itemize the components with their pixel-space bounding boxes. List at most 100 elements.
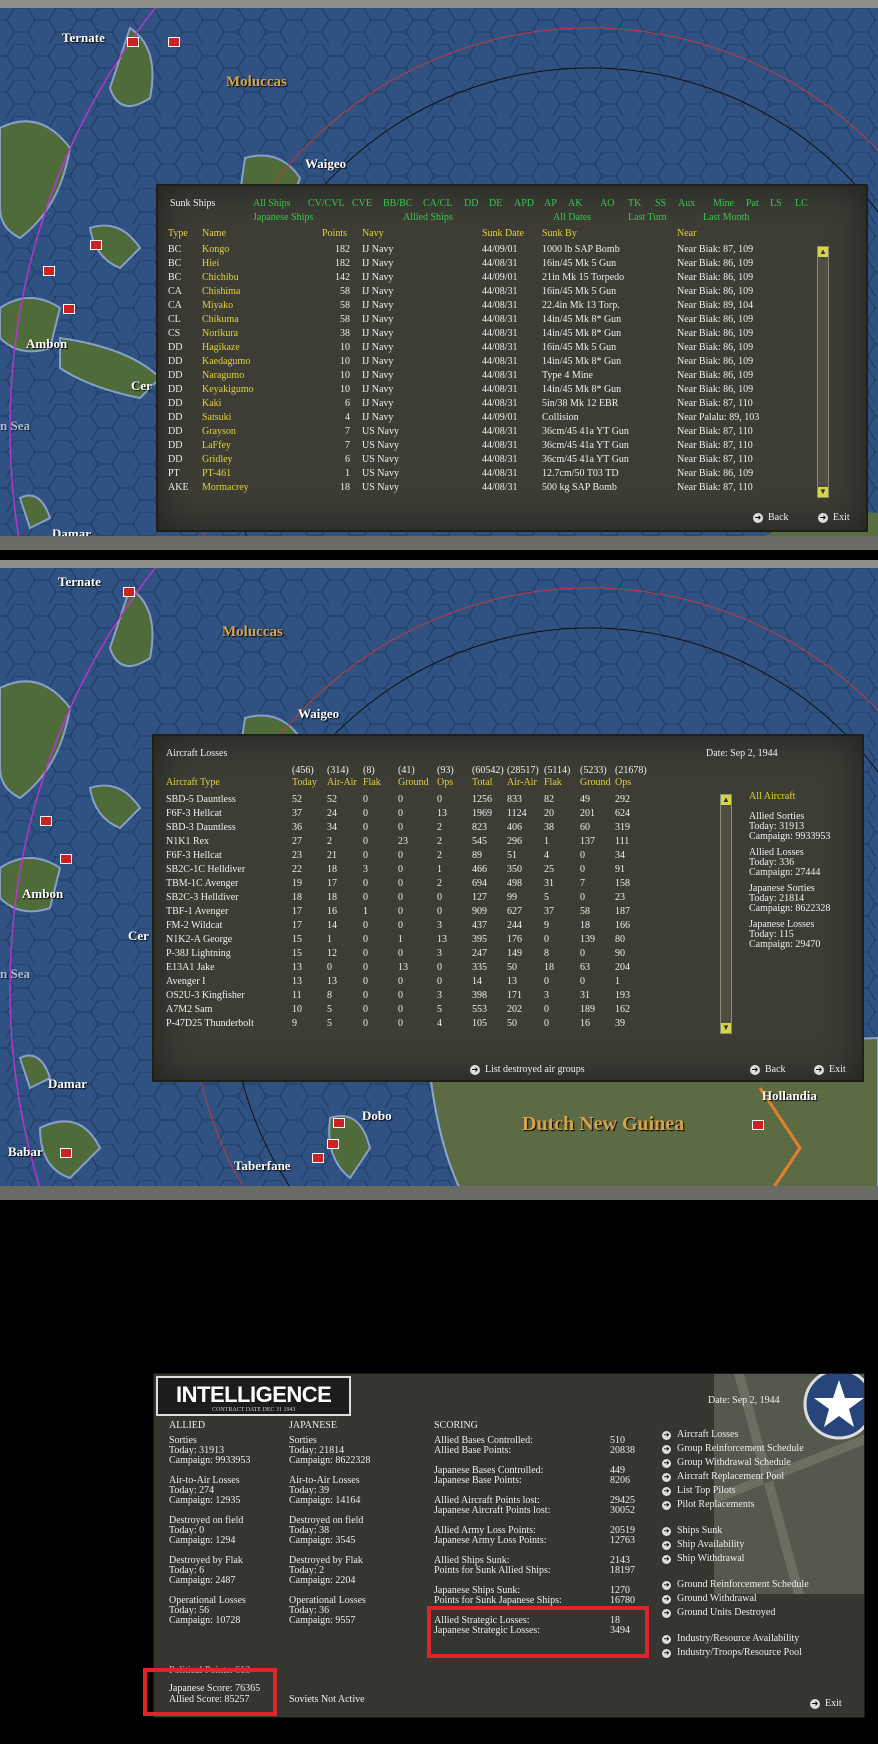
sunk-ship-row[interactable]: CA Chishima 58 IJ Navy 44/08/31 16in/45 Mk 5 … xyxy=(158,286,866,300)
col-name[interactable]: Name xyxy=(202,228,226,239)
filter-de[interactable]: DE xyxy=(489,198,502,209)
sunk-ship-row[interactable]: BC Chichibu 142 IJ Navy 44/09/01 21in Mk 15 T… xyxy=(158,272,866,286)
scroll-up-icon[interactable]: ▲ xyxy=(721,795,731,805)
base-flag-icon[interactable] xyxy=(60,854,72,864)
intel-link[interactable]: ➜ Industry/Troops/Resource Pool xyxy=(662,1648,802,1658)
air-col-header[interactable]: Aircraft Type xyxy=(166,777,220,788)
sunk-ship-row[interactable]: DD Naragumo 10 IJ Navy 44/08/31 Type 4 Mine Ne… xyxy=(158,370,866,384)
exit-button[interactable]: ➜ Exit xyxy=(814,1064,846,1075)
intel-link[interactable]: ➜ Ground Units Destroyed xyxy=(662,1608,775,1618)
sunk-ship-row[interactable]: DD Kaedagumo 10 IJ Navy 44/08/31 14in/45 Mk 8… xyxy=(158,356,866,370)
sunk-ship-row[interactable]: CA Miyako 58 IJ Navy 44/08/31 22.4in Mk 13 To… xyxy=(158,300,866,314)
intel-link[interactable]: ➜ Group Reinforcement Schedule xyxy=(662,1444,804,1454)
intel-link[interactable]: ➜ Ships Sunk xyxy=(662,1526,722,1536)
base-flag-icon[interactable] xyxy=(127,37,139,47)
filter-last-month[interactable]: Last Month xyxy=(703,212,749,223)
air-col-header[interactable]: Air-Air xyxy=(327,777,357,788)
aircraft-row[interactable]: Avenger I 13 13 0 0 0 14 13 0 0 1 xyxy=(154,976,862,990)
intel-link[interactable]: ➜ Industry/Resource Availability xyxy=(662,1634,799,1644)
base-flag-icon[interactable] xyxy=(90,240,102,250)
scroll-down-icon[interactable]: ▼ xyxy=(818,487,828,497)
filter-mine[interactable]: Mine xyxy=(713,198,734,209)
air-col-header[interactable]: Flak xyxy=(363,777,381,788)
sunk-ship-row[interactable]: DD Kaki 6 IJ Navy 44/08/31 5in/38 Mk 12 EBR Ne… xyxy=(158,398,866,412)
sunk-ship-row[interactable]: CS Norikura 38 IJ Navy 44/08/31 14in/45 Mk 8*… xyxy=(158,328,866,342)
col-type[interactable]: Type xyxy=(168,228,188,239)
exit-button[interactable]: ➜ Exit xyxy=(818,512,850,523)
filter-bb-bc[interactable]: BB/BC xyxy=(383,198,412,209)
base-flag-icon[interactable] xyxy=(63,304,75,314)
filter-last-turn[interactable]: Last Turn xyxy=(628,212,667,223)
filter-allied-ships[interactable]: Allied Ships xyxy=(403,212,453,223)
filter-lc[interactable]: LC xyxy=(795,198,808,209)
filter-ls[interactable]: LS xyxy=(770,198,782,209)
aircraft-row[interactable]: P-38J Lightning 15 12 0 0 3 247 149 8 0 90 xyxy=(154,948,862,962)
base-flag-icon[interactable] xyxy=(40,816,52,826)
sunk-scrollbar[interactable]: ▲ ▼ xyxy=(817,246,829,498)
aircraft-row[interactable]: A7M2 Sam 10 5 0 0 5 553 202 0 189 162 xyxy=(154,1004,862,1018)
sunk-ship-row[interactable]: DD Grayson 7 US Navy 44/08/31 36cm/45 41a YT … xyxy=(158,426,866,440)
exit-button[interactable]: ➜ Exit xyxy=(810,1698,842,1709)
intel-link[interactable]: ➜ Ground Reinforcement Schedule xyxy=(662,1580,809,1590)
air-col-header[interactable]: Air-Air xyxy=(507,777,537,788)
base-flag-icon[interactable] xyxy=(123,587,135,597)
aircraft-row[interactable]: OS2U-3 Kingfisher 11 8 0 0 3 398 171 3 31 193 xyxy=(154,990,862,1004)
base-flag-icon[interactable] xyxy=(43,266,55,276)
aircraft-row[interactable]: P-47D25 Thunderbolt 9 5 0 0 4 105 50 0 16 39 xyxy=(154,1018,862,1032)
base-flag-icon[interactable] xyxy=(333,1118,345,1128)
air-col-header[interactable]: Flak xyxy=(544,777,562,788)
intel-link[interactable]: ➜ Pilot Replacements xyxy=(662,1500,755,1510)
air-col-header[interactable]: Total xyxy=(472,777,492,788)
col-navy[interactable]: Navy xyxy=(362,228,384,239)
sunk-ship-row[interactable]: DD Satsuki 4 IJ Navy 44/09/01 Collision Near P… xyxy=(158,412,866,426)
all-aircraft-filter[interactable]: All Aircraft xyxy=(749,792,859,802)
base-flag-icon[interactable] xyxy=(60,1148,72,1158)
col-near[interactable]: Near xyxy=(677,228,696,239)
intel-link[interactable]: ➜ List Top Pilots xyxy=(662,1486,736,1496)
air-col-header[interactable]: Today xyxy=(292,777,317,788)
intel-link[interactable]: ➜ Aircraft Replacement Pool xyxy=(662,1472,784,1482)
intel-link[interactable]: ➜ Group Withdrawal Schedule xyxy=(662,1458,791,1468)
filter-ak[interactable]: AK xyxy=(568,198,582,209)
filter-ap[interactable]: AP xyxy=(544,198,557,209)
sunk-ship-row[interactable]: BC Kongo 182 IJ Navy 44/09/01 1000 lb SAP Bom… xyxy=(158,244,866,258)
col-sunk-by[interactable]: Sunk By xyxy=(542,228,577,239)
sunk-ship-row[interactable]: DD Hagikaze 10 IJ Navy 44/08/31 16in/45 Mk 5 … xyxy=(158,342,866,356)
filter-apd[interactable]: APD xyxy=(514,198,534,209)
sunk-ship-row[interactable]: BC Hiei 182 IJ Navy 44/08/31 16in/45 Mk 5 Gun… xyxy=(158,258,866,272)
filter-ao[interactable]: AO xyxy=(600,198,614,209)
base-flag-icon[interactable] xyxy=(752,1120,764,1130)
filter-japanese-ships[interactable]: Japanese Ships xyxy=(253,212,313,223)
base-flag-icon[interactable] xyxy=(327,1139,339,1149)
filter-dd[interactable]: DD xyxy=(464,198,478,209)
filter-aux[interactable]: Aux xyxy=(678,198,695,209)
filter-all-dates[interactable]: All Dates xyxy=(553,212,591,223)
intel-link[interactable]: ➜ Ground Withdrawal xyxy=(662,1594,757,1604)
back-button[interactable]: ➜ Back xyxy=(753,512,789,523)
sunk-ship-row[interactable]: DD Keyakigumo 10 IJ Navy 44/08/31 14in/45 Mk … xyxy=(158,384,866,398)
list-destroyed-air-groups-button[interactable]: ➜ List destroyed air groups xyxy=(470,1064,585,1075)
scroll-up-icon[interactable]: ▲ xyxy=(818,247,828,257)
sunk-ship-row[interactable]: AKE Mormacrey 18 US Navy 44/08/31 500 kg SAP … xyxy=(158,482,866,496)
sunk-ship-row[interactable]: DD Gridley 6 US Navy 44/08/31 36cm/45 41a YT … xyxy=(158,454,866,468)
air-scrollbar[interactable]: ▲ ▼ xyxy=(720,794,732,1034)
air-col-header[interactable]: Ground xyxy=(398,777,429,788)
intel-link[interactable]: ➜ Aircraft Losses xyxy=(662,1430,738,1440)
col-points[interactable]: Points xyxy=(322,228,347,239)
sunk-ship-row[interactable]: PT PT-461 1 US Navy 44/08/31 12.7cm/50 T03 TD… xyxy=(158,468,866,482)
filter-cve[interactable]: CVE xyxy=(352,198,372,209)
filter-all-ships[interactable]: All Ships xyxy=(253,198,291,209)
filter-ca-cl[interactable]: CA/CL xyxy=(423,198,452,209)
air-col-header[interactable]: Ground xyxy=(580,777,611,788)
base-flag-icon[interactable] xyxy=(312,1153,324,1163)
sunk-ship-row[interactable]: CL Chikuma 58 IJ Navy 44/08/31 14in/45 Mk 8* … xyxy=(158,314,866,328)
sunk-ship-row[interactable]: DD LaFfey 7 US Navy 44/08/31 36cm/45 41a YT G… xyxy=(158,440,866,454)
scroll-down-icon[interactable]: ▼ xyxy=(721,1023,731,1033)
intel-link[interactable]: ➜ Ship Withdrawal xyxy=(662,1554,744,1564)
filter-pat[interactable]: Pat xyxy=(746,198,759,209)
aircraft-row[interactable]: E13A1 Jake 13 0 0 13 0 335 50 18 63 204 xyxy=(154,962,862,976)
col-sunk-date[interactable]: Sunk Date xyxy=(482,228,524,239)
intel-link[interactable]: ➜ Ship Availability xyxy=(662,1540,744,1550)
back-button[interactable]: ➜ Back xyxy=(750,1064,786,1075)
air-col-header[interactable]: Ops xyxy=(615,777,631,788)
